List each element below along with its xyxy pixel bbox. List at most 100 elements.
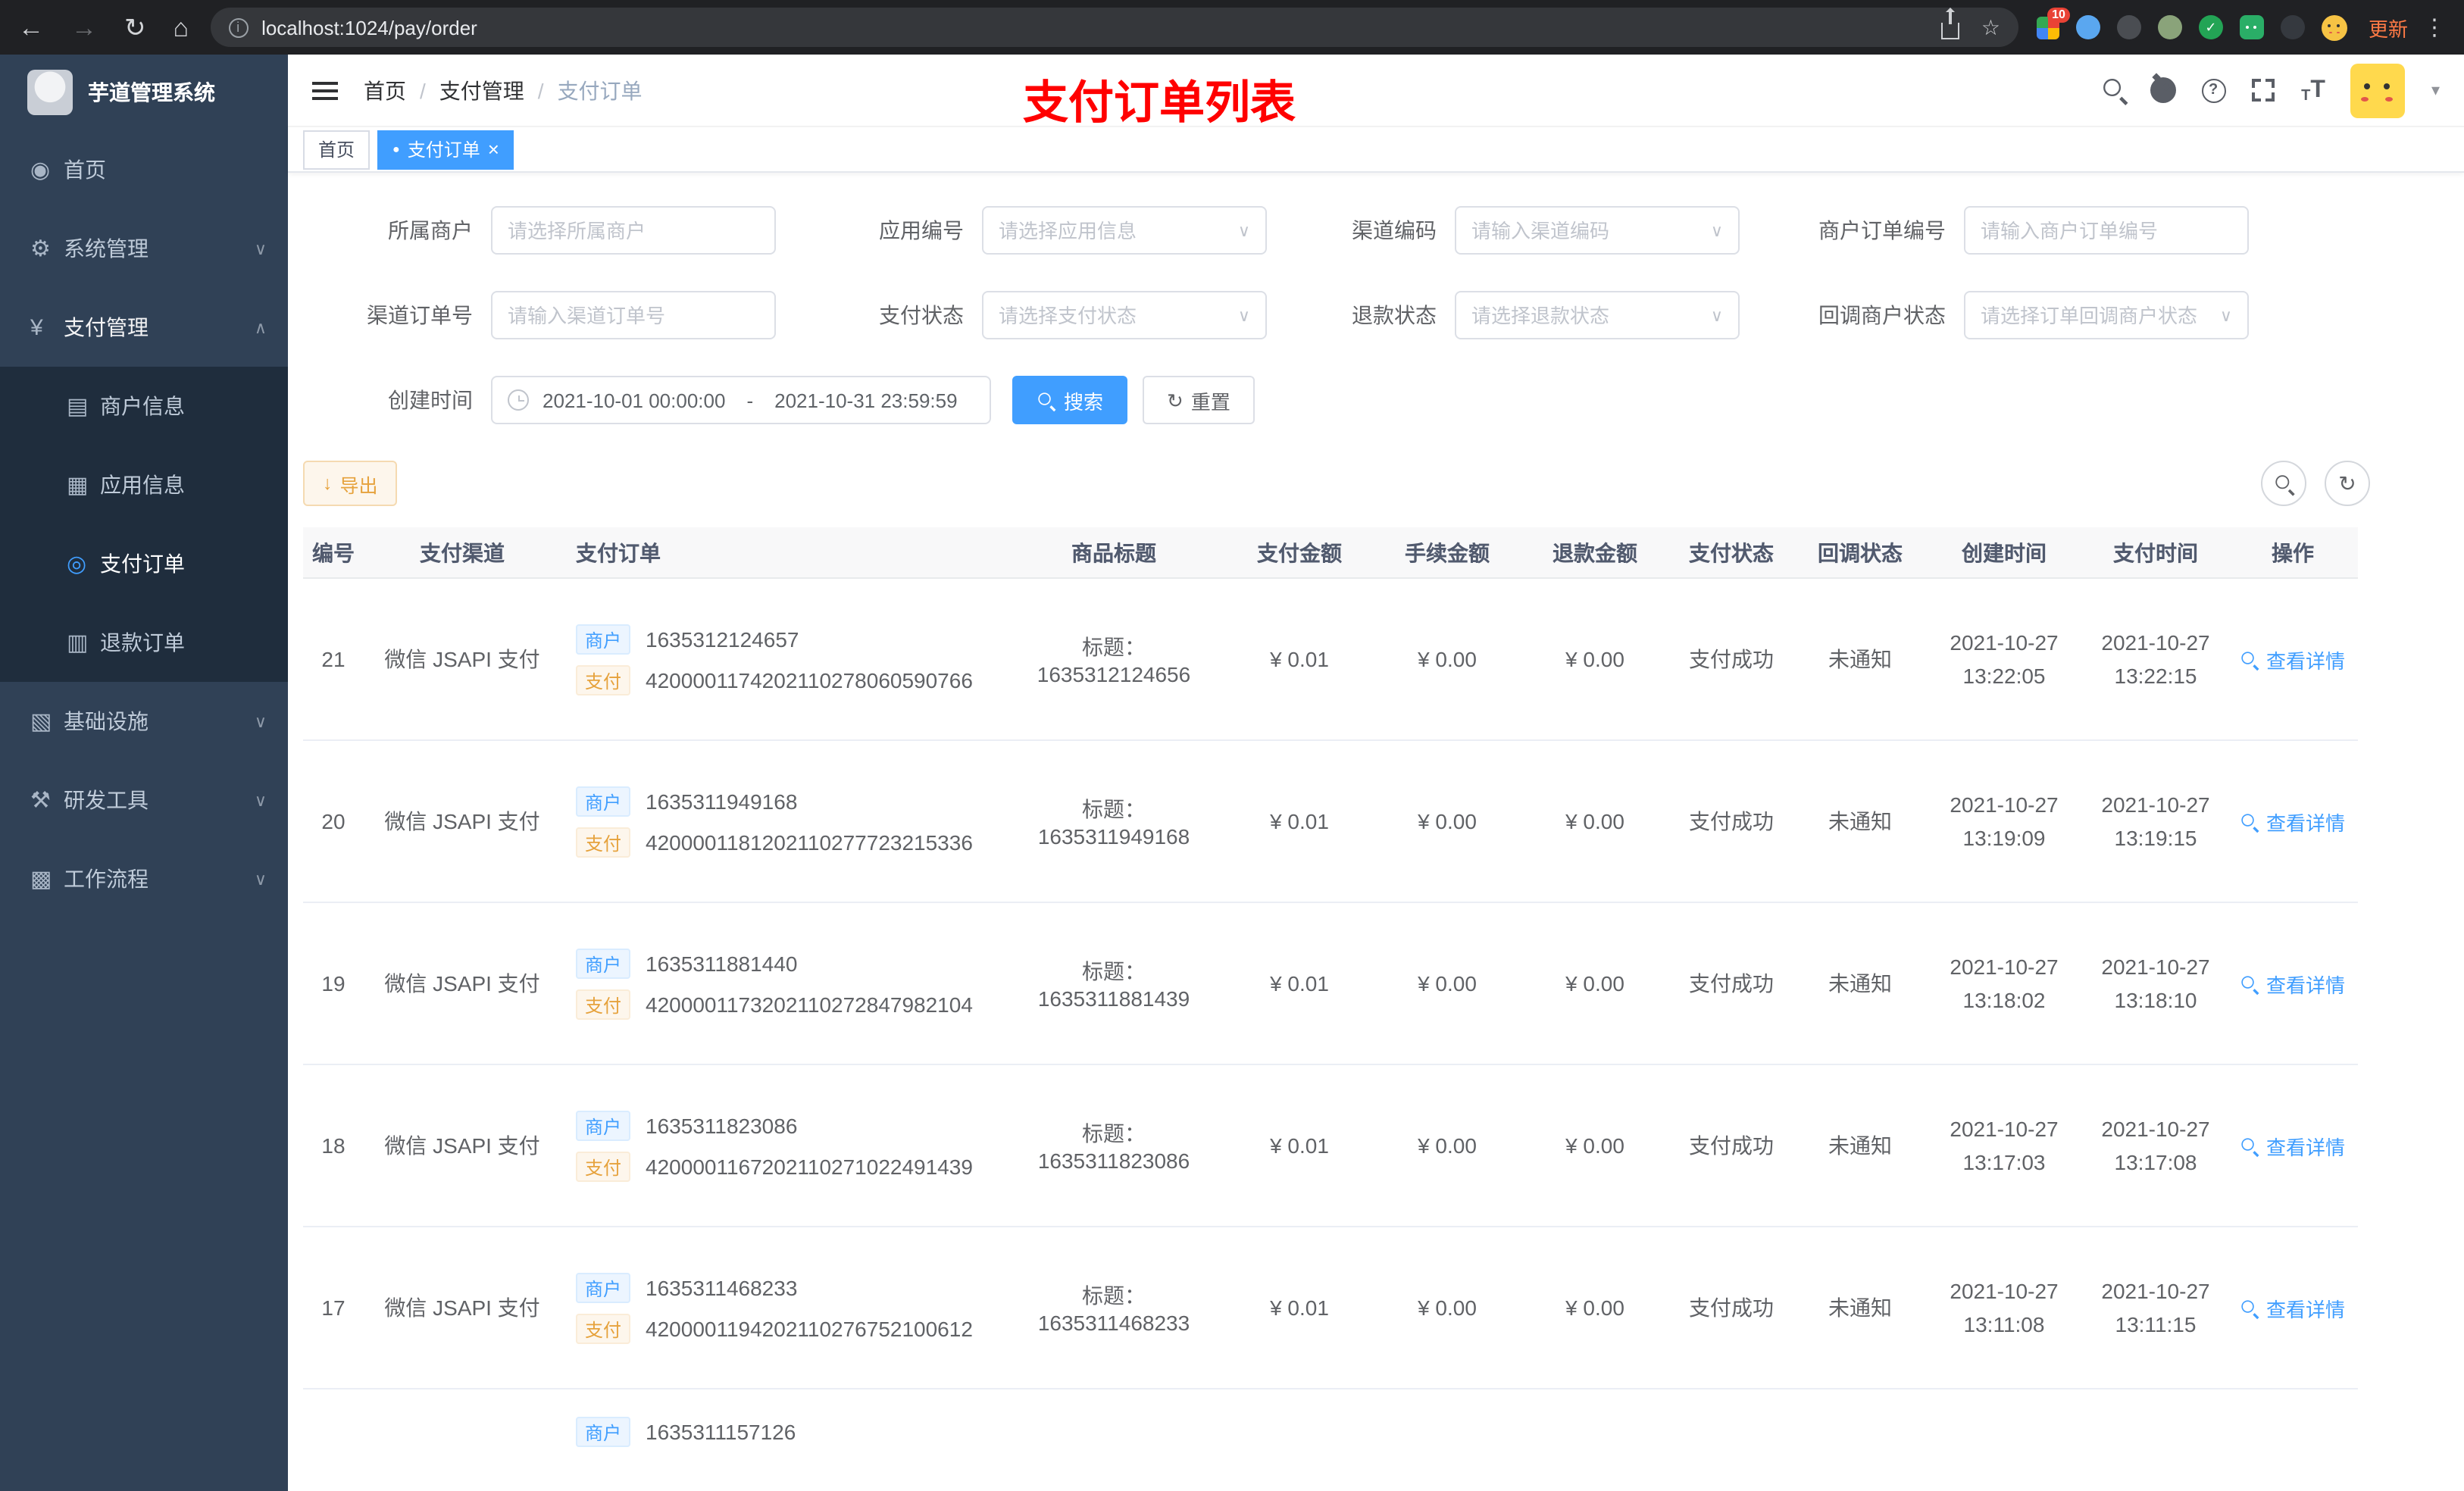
tab-home[interactable]: 首页 — [303, 130, 371, 169]
view-detail-link[interactable]: 查看详情 — [2240, 645, 2345, 674]
fullscreen-icon[interactable] — [2251, 79, 2275, 102]
bookmark-star-icon[interactable]: ☆ — [1981, 14, 2000, 40]
extension-check-icon[interactable]: ✓ — [2198, 15, 2223, 39]
merchant-tag: 商户 — [576, 786, 631, 816]
channel-code-select[interactable]: ∨ — [1455, 206, 1740, 255]
cell-title: 标题：1635311881439 — [1037, 959, 1190, 1011]
col-id: 编号 — [312, 540, 355, 564]
cell-paid: 2021-10-27 13:11:15 — [2101, 1279, 2210, 1336]
extension-chat-icon[interactable] — [2239, 15, 2264, 39]
merchant-input[interactable] — [491, 206, 776, 255]
avatar[interactable] — [2350, 63, 2406, 117]
sidebar-item-infrastructure[interactable]: ▧ 基础设施 ∨ — [0, 682, 288, 761]
date-range-picker[interactable]: 2021-10-01 00:00:00 - 2021-10-31 23:59:5… — [491, 376, 991, 424]
cell-amount: ¥ 0.01 — [1270, 647, 1329, 671]
cell-title: 标题：1635311468233 — [1037, 1283, 1190, 1335]
back-icon[interactable]: ← — [18, 14, 44, 40]
cell-amount: ¥ 0.01 — [1270, 971, 1329, 996]
sidebar-item-dev-tools[interactable]: ⚒ 研发工具 ∨ — [0, 761, 288, 839]
home-icon[interactable]: ⌂ — [174, 14, 189, 40]
browser-menu-icon[interactable]: ⋮ — [2423, 14, 2446, 41]
card-icon: ▤ — [67, 394, 89, 420]
filter-row-3: 创建时间 2021-10-01 00:00:00 - 2021-10-31 23… — [303, 376, 2449, 424]
extension-grid-icon[interactable]: 10 — [2036, 7, 2070, 39]
github-icon[interactable] — [2150, 77, 2176, 103]
merchant-order-no: 1635311823086 — [646, 1113, 798, 1137]
breadcrumb-home[interactable]: 首页 — [364, 75, 406, 105]
sidebar-item-system[interactable]: ⚙ 系统管理 ∨ — [0, 209, 288, 288]
screen: ← → ↻ ⌂ i localhost:1024/pay/order ☆ 10 … — [0, 0, 2464, 1491]
pay-order-no: 4200001167202110271022491439 — [646, 1154, 973, 1178]
breadcrumb-pay[interactable]: 支付管理 — [439, 75, 524, 105]
extension-black-icon[interactable] — [2280, 15, 2305, 39]
table-row: 19 微信 JSAPI 支付 商户 1635311881440 支付 4200001… — [303, 903, 2358, 1065]
filter-app-id: 应用编号 ∨ — [812, 206, 1267, 255]
font-size-icon[interactable]: TT — [2300, 77, 2325, 104]
browser-update-button[interactable]: 更新 — [2369, 13, 2408, 42]
sidebar-item-merchant-info[interactable]: ▤ 商户信息 — [0, 367, 288, 445]
tab-bar: 首页 ● 支付订单 × — [288, 127, 2464, 173]
cell-fee: ¥ 0.00 — [1418, 647, 1477, 671]
url-bar[interactable]: i localhost:1024/pay/order ☆ — [210, 8, 2018, 47]
search-button[interactable]: 搜索 — [1012, 376, 1128, 424]
merchant-tag: 商户 — [576, 1272, 631, 1302]
record-icon: ◎ — [67, 552, 87, 577]
tab-pay-order[interactable]: ● 支付订单 × — [377, 130, 514, 169]
search-icon[interactable] — [2103, 79, 2125, 102]
hamburger-icon[interactable] — [312, 81, 339, 99]
sidebar-item-app-info[interactable]: ▦ 应用信息 — [0, 445, 288, 524]
notify-status-select[interactable]: ∨ — [1964, 291, 2249, 339]
merchant-order-no-input[interactable] — [1964, 206, 2249, 255]
sidebar-item-label: 支付管理 — [64, 315, 149, 339]
close-icon[interactable]: × — [488, 139, 499, 159]
view-detail-link[interactable]: 查看详情 — [2240, 969, 2345, 998]
channel-order-no-input[interactable] — [491, 291, 776, 339]
cell-id: 17 — [321, 1296, 346, 1320]
caret-down-icon[interactable]: ▾ — [2431, 80, 2440, 100]
export-button[interactable]: ↓ 导出 — [303, 461, 398, 506]
sidebar-item-payment[interactable]: ¥ 支付管理 ∧ — [0, 288, 288, 367]
breadcrumb-current: 支付订单 — [557, 78, 643, 102]
cell-title: 标题：1635311949168 — [1037, 797, 1190, 849]
view-detail-link[interactable]: 查看详情 — [2240, 1131, 2345, 1160]
app-id-select[interactable]: ∨ — [982, 206, 1267, 255]
pay-status-select[interactable]: ∨ — [982, 291, 1267, 339]
col-fee: 手续金额 — [1405, 540, 1490, 564]
field-label: 渠道编码 — [1352, 218, 1437, 242]
table-row: 18 微信 JSAPI 支付 商户 1635311823086 支付 4200001… — [303, 1065, 2358, 1227]
breadcrumb: 首页 / 支付管理 / 支付订单 — [364, 75, 643, 105]
forward-icon[interactable]: → — [71, 14, 97, 40]
site-info-icon[interactable]: i — [228, 17, 249, 37]
cell-actions: 查看详情 — [2228, 969, 2358, 998]
sidebar-item-home[interactable]: ◉ 首页 — [0, 130, 288, 209]
reset-button[interactable]: ↻ 重置 — [1143, 376, 1255, 424]
reload-icon[interactable]: ↻ — [124, 14, 146, 40]
sidebar-item-refund-order[interactable]: ▥ 退款订单 — [0, 603, 288, 682]
extension-green-icon[interactable] — [2157, 15, 2182, 39]
filter-channel-order-no: 渠道订单号 — [303, 291, 776, 339]
refund-status-select[interactable]: ∨ — [1455, 291, 1740, 339]
sidebar-item-pay-order[interactable]: ◎ 支付订单 — [0, 524, 288, 603]
field-label: 应用编号 — [879, 218, 964, 242]
sidebar-item-workflow[interactable]: ▩ 工作流程 ∨ — [0, 839, 288, 918]
show-search-button[interactable] — [2261, 461, 2306, 506]
refresh-button[interactable]: ↻ — [2325, 461, 2370, 506]
field-label: 所属商户 — [388, 218, 473, 242]
main-area: 首页 / 支付管理 / 支付订单 支付订单列表 ? TT ▾ 首页 ● 支付订单… — [288, 55, 2464, 1491]
view-detail-link[interactable]: 查看详情 — [2240, 807, 2345, 836]
pay-tag: 支付 — [576, 1151, 631, 1181]
url-text[interactable]: localhost:1024/pay/order — [261, 16, 477, 39]
share-icon[interactable] — [1941, 8, 1960, 39]
app-header: 首页 / 支付管理 / 支付订单 支付订单列表 ? TT ▾ — [288, 55, 2464, 129]
view-detail-link[interactable]: 查看详情 — [2240, 1293, 2345, 1322]
extension-emoji-icon[interactable] — [2321, 14, 2347, 40]
extension-dark-icon[interactable] — [2116, 15, 2141, 39]
clock-icon — [508, 389, 529, 411]
extension-blue-icon[interactable] — [2075, 15, 2100, 39]
chevron-down-icon: ∨ — [254, 871, 267, 889]
pay-tag: 支付 — [576, 1313, 631, 1343]
help-icon[interactable]: ? — [2201, 78, 2226, 102]
cell-actions: 查看详情 — [2228, 1293, 2358, 1322]
cell-id: 21 — [321, 647, 346, 671]
workflow-icon: ▩ — [30, 867, 52, 892]
